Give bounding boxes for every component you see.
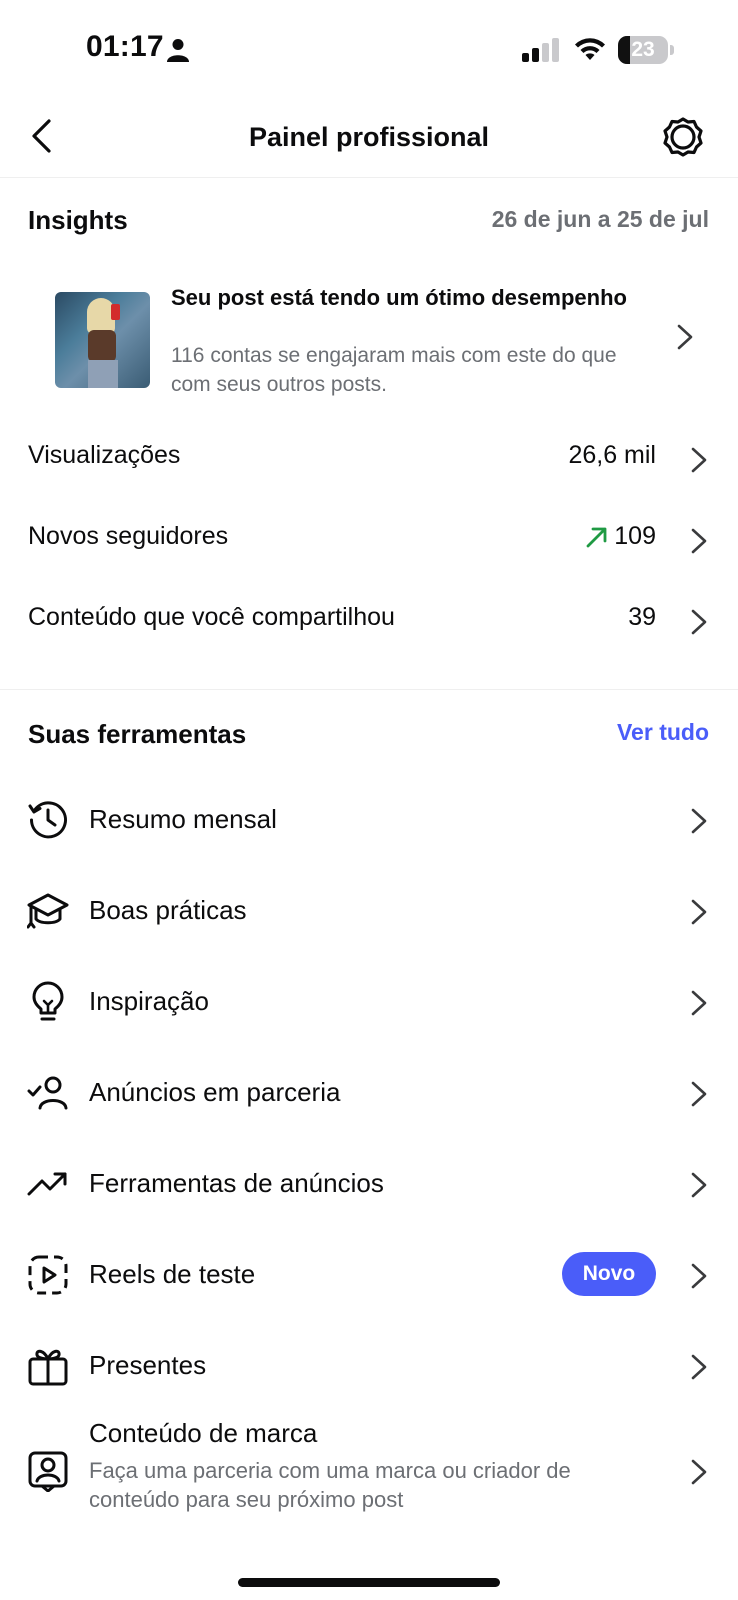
page-title: Painel profissional <box>248 122 490 152</box>
trend-line-icon <box>27 1163 69 1205</box>
tool-label: Ferramentas de anúncios <box>89 1168 384 1198</box>
chevron-right-icon <box>690 898 708 926</box>
chevron-right-icon <box>690 527 708 555</box>
battery-icon: 23 <box>618 36 674 64</box>
see-all-link[interactable]: Ver tudo <box>617 719 709 746</box>
post-performance-card[interactable]: Seu post está tendo um ótimo desempenho … <box>0 275 738 400</box>
status-time: 01:17 <box>86 30 164 63</box>
battery-level: 23 <box>631 38 655 61</box>
graduation-cap-icon <box>27 890 69 932</box>
signal-icon <box>522 38 562 62</box>
metric-value: 26,6 mil <box>568 441 656 469</box>
tool-item-best-practices[interactable]: Boas práticas <box>0 864 738 956</box>
reels-test-icon <box>27 1254 69 1296</box>
wifi-icon <box>574 36 606 62</box>
chevron-right-icon <box>690 1171 708 1199</box>
tool-item-monthly-recap[interactable]: Resumo mensal <box>0 773 738 865</box>
history-icon <box>27 799 69 841</box>
chevron-right-icon <box>690 807 708 835</box>
tool-label: Presentes <box>89 1350 207 1380</box>
gear-icon <box>663 117 703 157</box>
chevron-right-icon <box>690 1080 708 1108</box>
chevron-right-icon <box>676 323 694 351</box>
professional-dashboard-screen: 01:17 23 Painel profissional Insights 26… <box>0 0 738 1600</box>
tool-item-gifts[interactable]: Presentes <box>0 1319 738 1411</box>
tool-item-ad-tools[interactable]: Ferramentas de anúncios <box>0 1137 738 1229</box>
chevron-right-icon <box>690 1353 708 1381</box>
tool-label: Inspiração <box>89 986 209 1016</box>
settings-button[interactable] <box>662 116 704 158</box>
tool-subtitle: Faça uma parceria com uma marca ou criad… <box>89 1458 571 1512</box>
metric-row-shared-content[interactable]: Conteúdo que você compartilhou 39 <box>0 581 738 661</box>
metric-row-views[interactable]: Visualizações 26,6 mil <box>0 419 738 499</box>
tool-item-partnership-ads[interactable]: Anúncios em parceria <box>0 1046 738 1138</box>
post-card-subtitle: 116 contas se engajaram mais com este do… <box>171 344 617 396</box>
insights-title: Insights <box>28 205 128 235</box>
metric-value: 109 <box>614 522 656 550</box>
home-indicator <box>238 1578 500 1587</box>
tool-label: Resumo mensal <box>89 804 277 834</box>
tool-label: Conteúdo de marca <box>89 1418 318 1448</box>
chevron-right-icon <box>690 1458 708 1486</box>
gift-icon <box>27 1345 69 1387</box>
insights-date-range: 26 de jun a 25 de jul <box>491 206 709 232</box>
tool-label: Anúncios em parceria <box>89 1077 341 1107</box>
person-check-icon <box>27 1072 69 1114</box>
lightbulb-icon <box>27 981 69 1023</box>
chevron-right-icon <box>690 446 708 474</box>
post-thumbnail <box>55 292 150 388</box>
trend-up-icon <box>584 524 610 550</box>
metric-value: 39 <box>628 603 656 631</box>
metric-label: Novos seguidores <box>28 522 229 550</box>
post-card-title: Seu post está tendo um ótimo desempenho <box>171 285 627 310</box>
chevron-right-icon <box>690 608 708 636</box>
tools-section-title: Suas ferramentas <box>28 719 247 749</box>
tool-label: Boas práticas <box>89 895 247 925</box>
metric-row-new-followers[interactable]: Novos seguidores 109 <box>0 500 738 580</box>
section-divider <box>0 689 738 690</box>
branded-content-icon <box>27 1450 69 1492</box>
metric-label: Conteúdo que você compartilhou <box>28 603 395 631</box>
chevron-right-icon <box>690 989 708 1017</box>
tool-label: Reels de teste <box>89 1259 256 1289</box>
top-navigation-bar: Painel profissional <box>0 100 738 178</box>
tool-item-inspiration[interactable]: Inspiração <box>0 955 738 1047</box>
person-icon <box>167 38 189 62</box>
chevron-right-icon <box>690 1262 708 1290</box>
metric-label: Visualizações <box>28 441 181 469</box>
status-bar: 01:17 23 <box>0 0 738 100</box>
new-badge: Novo <box>562 1252 656 1296</box>
tool-item-branded-content[interactable]: Conteúdo de marca Faça uma parceria com … <box>0 1410 738 1530</box>
tool-item-trial-reels[interactable]: Reels de teste Novo <box>0 1228 738 1320</box>
